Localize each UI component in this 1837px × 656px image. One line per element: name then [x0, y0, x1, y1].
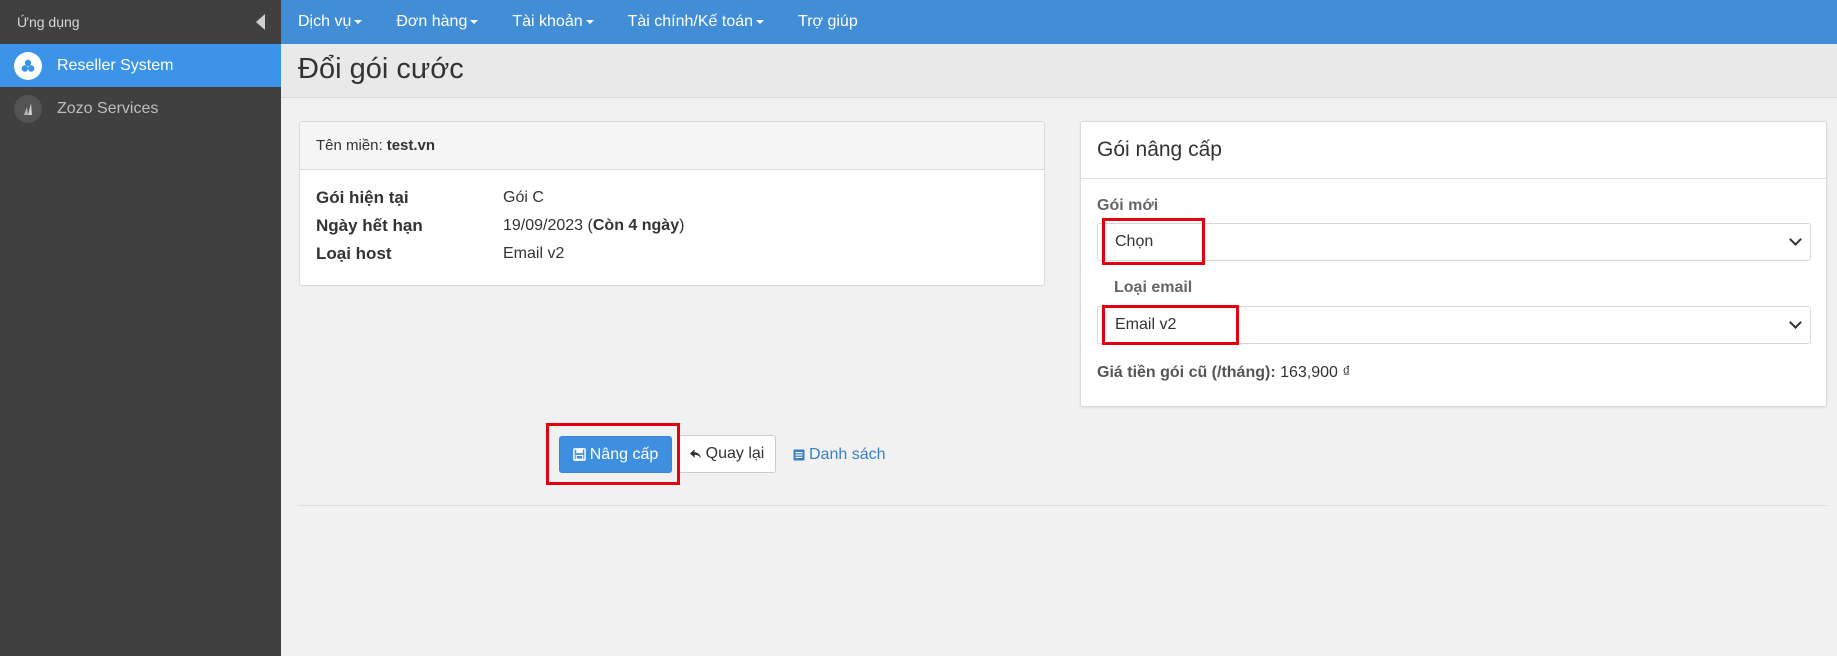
expiry-date: 19/09/2023 (: [503, 217, 593, 234]
caret-down-icon: [354, 20, 363, 24]
upgrade-panel: Gói nâng cấp Gói mới Chọn Loại email Ema…: [1080, 121, 1827, 407]
caret-down-icon: [756, 20, 765, 24]
sidebar-item-zozo-services[interactable]: Zozo Services: [0, 87, 281, 130]
info-value: Gói C: [503, 189, 544, 206]
upgrade-button-label: Nâng cấp: [589, 445, 659, 463]
save-icon: [572, 448, 586, 461]
info-row-current-package: Gói hiện tại Gói C: [316, 184, 1044, 212]
sidebar-item-label: Zozo Services: [57, 99, 159, 117]
info-row-host-type: Loại host Email v2: [316, 240, 1044, 268]
new-package-selected: Chọn: [1115, 233, 1154, 250]
email-type-label: Loại email: [1114, 279, 1193, 296]
chevron-down-icon: [1789, 316, 1802, 329]
zozo-icon: [14, 94, 42, 123]
info-row-expiry-date: Ngày hết hạn 19/09/2023 (Còn 4 ngày): [316, 212, 1044, 240]
old-price: Giá tiền gói cũ (/tháng): 163,900 ₫: [1097, 364, 1351, 382]
reseller-icon: [14, 51, 42, 80]
domain-info-body: Gói hiện tại Gói C Ngày hết hạn 19/09/20…: [300, 170, 1044, 268]
top-navigation: Dịch vụ Đơn hàng Tài khoản Tài chính/Kế …: [281, 0, 1837, 44]
upgrade-button[interactable]: Nâng cấp: [559, 436, 672, 473]
upgrade-panel-title: Gói nâng cấp: [1081, 122, 1826, 179]
new-package-label: Gói mới: [1097, 197, 1159, 214]
caret-down-icon: [470, 20, 479, 24]
nav-item-label: Đơn hàng: [396, 13, 468, 30]
nav-item-tai-chinh[interactable]: Tài chính/Kế toán: [627, 13, 765, 31]
nav-item-label: Tài khoản: [512, 13, 583, 30]
expiry-suffix: ): [679, 217, 685, 234]
nav-item-label: Dịch vụ: [298, 13, 352, 30]
back-button[interactable]: Quay lại: [677, 435, 776, 473]
nav-item-dich-vu[interactable]: Dịch vụ: [298, 13, 363, 31]
nav-item-label: Trợ giúp: [798, 13, 858, 30]
nav-item-tai-khoan[interactable]: Tài khoản: [512, 13, 594, 31]
caret-down-icon: [585, 20, 594, 24]
page-title: Đổi gói cước: [298, 53, 464, 85]
list-icon: [793, 449, 805, 461]
info-label: Ngày hết hạn: [316, 216, 423, 235]
chevron-down-icon: [1789, 233, 1802, 246]
new-package-select[interactable]: Chọn: [1097, 223, 1811, 261]
reply-icon: [689, 448, 702, 460]
email-type-select[interactable]: Email v2: [1097, 306, 1811, 344]
info-label: Loại host: [316, 244, 392, 263]
domain-label: Tên miền:: [316, 137, 383, 154]
info-value: Email v2: [503, 245, 565, 262]
email-type-selected: Email v2: [1115, 316, 1177, 333]
sidebar-item-label: Reseller System: [57, 56, 174, 74]
content-divider: [299, 505, 1827, 506]
info-label: Gói hiện tại: [316, 188, 409, 207]
sidebar-header: Ứng dụng: [0, 0, 281, 44]
domain-info-panel: Tên miền: test.vn Gói hiện tại Gói C Ngà…: [299, 121, 1045, 286]
domain-info-header: Tên miền: test.vn: [300, 122, 1044, 170]
info-value: 19/09/2023 (Còn 4 ngày): [503, 217, 684, 235]
old-price-value: 163,900 ₫: [1280, 364, 1351, 381]
sidebar-header-label: Ứng dụng: [17, 14, 80, 30]
sidebar-item-reseller-system[interactable]: Reseller System: [0, 44, 281, 87]
nav-item-label: Tài chính/Kế toán: [627, 13, 754, 30]
sidebar: Ứng dụng Reseller System Zozo Services: [0, 0, 281, 656]
back-button-label: Quay lại: [705, 445, 765, 462]
list-link[interactable]: Danh sách: [793, 436, 886, 473]
domain-value: test.vn: [386, 137, 436, 154]
days-remaining: Còn 4 ngày: [592, 217, 680, 234]
old-price-label: Giá tiền gói cũ (/tháng):: [1097, 364, 1276, 381]
nav-item-tro-giup[interactable]: Trợ giúp: [798, 13, 858, 31]
page-header: Đổi gói cước: [281, 44, 1837, 98]
nav-item-don-hang[interactable]: Đơn hàng: [396, 13, 479, 31]
collapse-sidebar-icon[interactable]: [256, 14, 265, 30]
list-link-label: Danh sách: [809, 445, 886, 463]
